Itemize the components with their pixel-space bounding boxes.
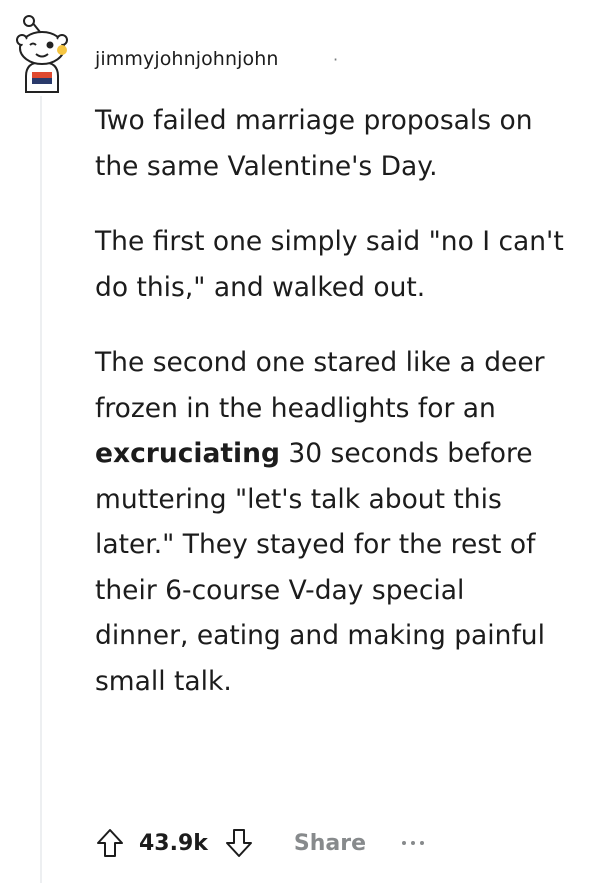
share-button[interactable]: Share bbox=[294, 831, 366, 856]
vote-score: 43.9k bbox=[139, 830, 208, 856]
comment-paragraph-2: The first one simply said "no I can't do… bbox=[95, 226, 564, 303]
separator-dot: · bbox=[333, 50, 339, 69]
comment-paragraph-1: Two failed marriage proposals on the sam… bbox=[95, 105, 533, 182]
paragraph-3-after: 30 seconds before muttering "let's talk … bbox=[95, 438, 545, 697]
arrow-up-icon[interactable] bbox=[95, 827, 125, 859]
more-dots-icon[interactable] bbox=[402, 841, 425, 845]
paragraph-3-before: The second one stared like a deer frozen… bbox=[95, 347, 545, 424]
comment-paragraph-3: The second one stared like a deer frozen… bbox=[95, 340, 565, 704]
arrow-down-icon[interactable] bbox=[224, 827, 254, 859]
comment-body: Two failed marriage proposals on the sam… bbox=[95, 98, 565, 734]
username[interactable]: jimmyjohnjohnjohn bbox=[95, 48, 278, 70]
paragraph-3-bold: excruciating bbox=[95, 438, 280, 469]
thread-line[interactable] bbox=[40, 96, 42, 883]
avatar[interactable] bbox=[10, 14, 74, 94]
snoo-avatar-icon bbox=[16, 15, 68, 93]
comment-actions: 43.9k Share bbox=[95, 820, 425, 866]
